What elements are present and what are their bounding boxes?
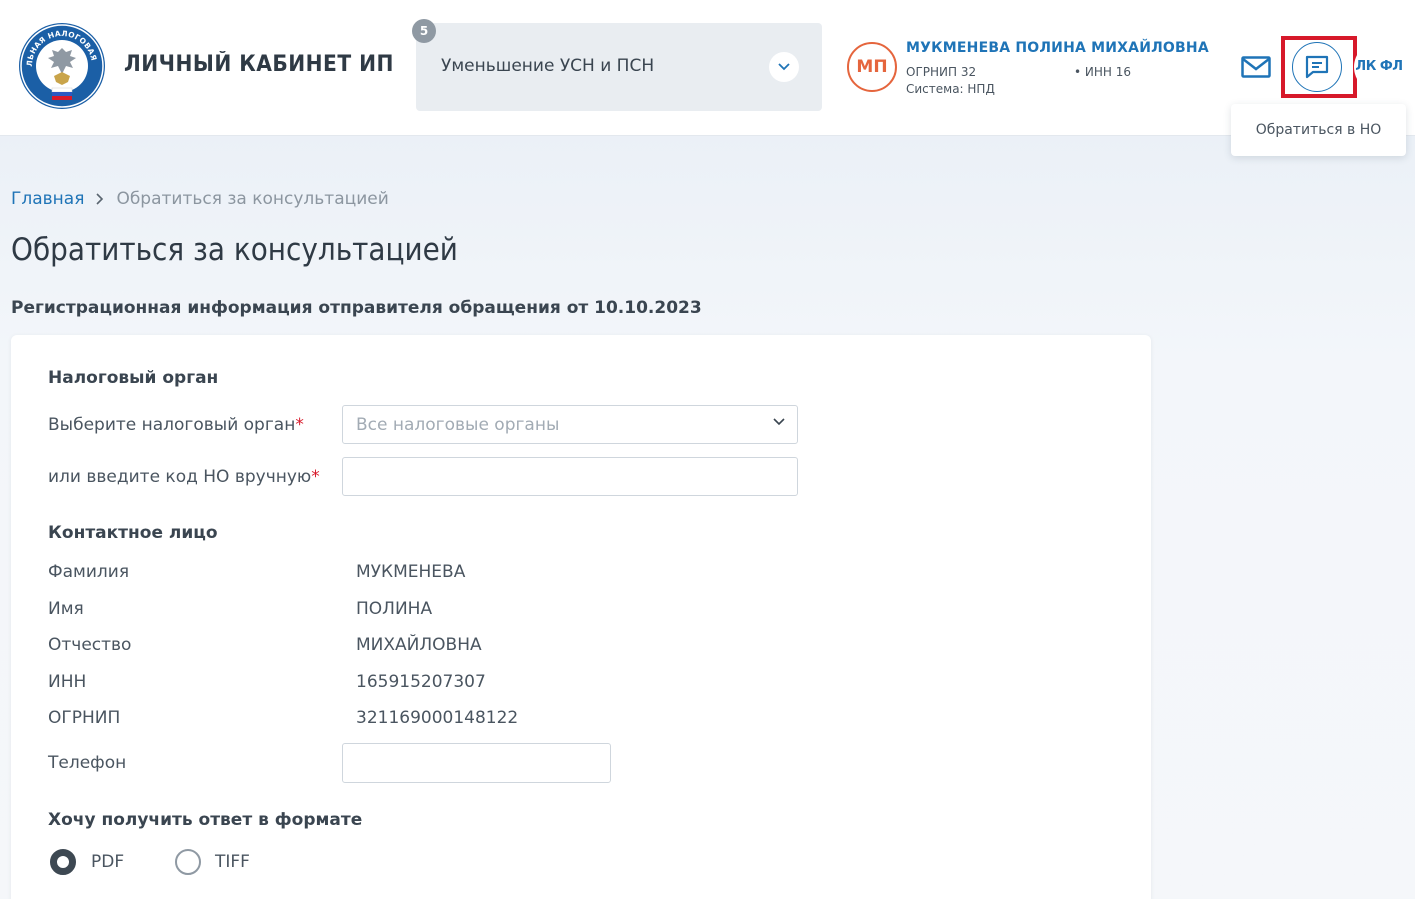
user-tax-system: Система: НПД	[906, 82, 995, 96]
service-count-badge: 5	[412, 19, 436, 43]
contact-tax-office-button[interactable]	[1292, 42, 1342, 92]
surname-value: МУКМЕНЕВА	[356, 562, 466, 582]
surname-label: Фамилия	[48, 562, 130, 582]
user-name[interactable]: МУКМЕНЕВА ПОЛИНА МИХАЙЛОВНА	[906, 40, 1209, 56]
ogrnip-label: ОГРНИП	[48, 708, 121, 728]
breadcrumb-current: Обратиться за консультацией	[116, 189, 389, 209]
format-pdf-radio[interactable]	[50, 849, 76, 875]
tax-office-select[interactable]: Все налоговые органы	[342, 405, 798, 444]
phone-input[interactable]	[342, 743, 611, 783]
tax-office-select-label: Выберите налоговый орган*	[48, 415, 304, 435]
tax-office-heading: Налоговый орган	[48, 368, 219, 388]
user-avatar[interactable]: МП	[847, 42, 897, 92]
required-mark: *	[311, 467, 320, 487]
inn-value: 165915207307	[356, 672, 486, 692]
breadcrumb-home-link[interactable]: Главная	[11, 189, 84, 209]
tax-code-input[interactable]	[342, 457, 798, 496]
page-title: Обратиться за консультацией	[11, 232, 458, 268]
mail-icon	[1241, 56, 1271, 78]
fns-logo-icon[interactable]: ФЕДЕРАЛЬНАЯ НАЛОГОВАЯ СЛУЖБА	[18, 22, 106, 110]
phone-label: Телефон	[48, 753, 127, 773]
tax-office-select-placeholder: Все налоговые органы	[356, 415, 560, 435]
chevron-down-icon	[778, 63, 790, 71]
contact-tax-office-tooltip: Обратиться в НО	[1231, 104, 1406, 156]
registration-info-title: Регистрационная информация отправителя о…	[11, 298, 702, 318]
format-pdf-label[interactable]: PDF	[91, 852, 124, 872]
patronymic-value: МИХАЙЛОВНА	[356, 635, 482, 655]
user-ogrnip: ОГРНИП 32	[906, 65, 977, 79]
tax-code-label: или введите код НО вручную*	[48, 467, 320, 487]
chevron-right-icon	[96, 193, 104, 205]
first-name-label: Имя	[48, 599, 84, 619]
contact-person-heading: Контактное лицо	[48, 523, 218, 543]
cabinet-title: ЛИЧНЫЙ КАБИНЕТ ИП	[124, 52, 394, 77]
required-mark: *	[295, 415, 304, 435]
response-format-heading: Хочу получить ответ в формате	[48, 810, 363, 830]
header: ФЕДЕРАЛЬНАЯ НАЛОГОВАЯ СЛУЖБА ЛИЧНЫЙ КАБИ…	[0, 0, 1415, 156]
format-tiff-label[interactable]: TIFF	[215, 852, 250, 872]
chevron-down-icon	[773, 418, 785, 426]
messages-button[interactable]	[1231, 42, 1281, 92]
inn-label: ИНН	[48, 672, 87, 692]
ogrnip-value: 321169000148122	[356, 708, 519, 728]
chat-icon	[1305, 55, 1329, 79]
lk-fl-button[interactable]: ЛК ФЛ	[1354, 42, 1404, 92]
patronymic-label: Отчество	[48, 635, 132, 655]
service-select-toggle[interactable]	[769, 52, 799, 82]
format-tiff-radio[interactable]	[175, 849, 201, 875]
breadcrumb: Главная Обратиться за консультацией	[11, 189, 389, 209]
user-inn: • ИНН 16	[1074, 65, 1131, 79]
service-select-label: Уменьшение УСН и ПСН	[441, 56, 655, 76]
first-name-value: ПОЛИНА	[356, 599, 433, 619]
